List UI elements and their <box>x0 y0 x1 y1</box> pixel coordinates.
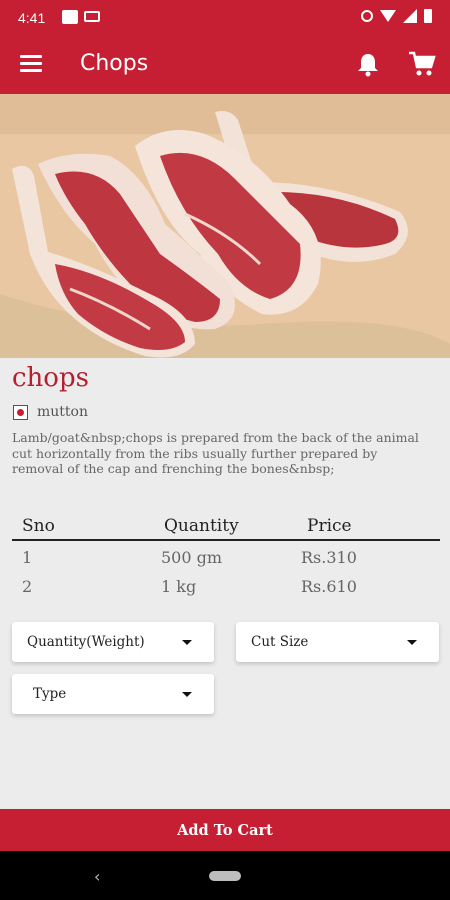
product-description: Lamb/goat&nbsp;chops is prepared from th… <box>12 430 419 476</box>
wifi-icon <box>380 10 396 22</box>
category-label: mutton <box>37 404 88 420</box>
quantity-weight-dropdown[interactable]: Quantity(Weight) <box>12 622 214 662</box>
table-row: 2 1 kg Rs.610 <box>12 570 440 599</box>
product-image <box>0 94 450 358</box>
add-to-cart-button[interactable]: Add To Cart <box>0 809 450 851</box>
caret-down-icon <box>182 640 192 645</box>
system-nav-bar: ‹ <box>0 851 450 900</box>
caret-down-icon <box>182 692 192 697</box>
status-time: 4:41 <box>18 10 46 26</box>
cart-icon[interactable] <box>408 50 436 78</box>
laptop-icon <box>84 11 100 22</box>
battery-icon <box>424 9 432 23</box>
price-table: Sno Quantity Price 1 500 gm Rs.310 2 1 k… <box>12 513 440 599</box>
dropdown-label: Type <box>33 686 67 702</box>
category-row: mutton <box>13 404 88 420</box>
row-price: Rs.310 <box>301 548 357 567</box>
product-name: chops <box>12 363 89 393</box>
cut-size-dropdown[interactable]: Cut Size <box>236 622 439 662</box>
alarm-icon <box>361 10 373 22</box>
type-dropdown[interactable]: Type <box>12 674 214 714</box>
back-icon[interactable]: ‹ <box>94 867 100 886</box>
dropdown-label: Quantity(Weight) <box>27 634 145 650</box>
row-sno: 2 <box>22 577 33 596</box>
row-sno: 1 <box>22 548 33 567</box>
dropdown-label: Cut Size <box>251 634 309 650</box>
caret-down-icon <box>407 640 417 645</box>
signal-icon <box>403 9 417 23</box>
status-bar: 4:41 <box>0 0 450 36</box>
header-price: Price <box>307 516 352 536</box>
header-sno: Sno <box>22 516 55 536</box>
row-quantity: 500 gm <box>161 548 223 567</box>
app-bar: Chops <box>0 36 450 94</box>
non-veg-indicator-icon <box>13 404 28 420</box>
row-price: Rs.610 <box>301 577 357 596</box>
row-quantity: 1 kg <box>161 577 197 596</box>
header-quantity: Quantity <box>164 516 239 536</box>
table-header: Sno Quantity Price <box>12 513 440 541</box>
notification-square-icon <box>62 10 78 24</box>
page-title: Chops <box>80 51 149 76</box>
home-pill-icon[interactable] <box>209 871 241 881</box>
table-row: 1 500 gm Rs.310 <box>12 541 440 570</box>
bell-icon[interactable] <box>356 52 380 78</box>
menu-icon[interactable] <box>20 55 42 73</box>
